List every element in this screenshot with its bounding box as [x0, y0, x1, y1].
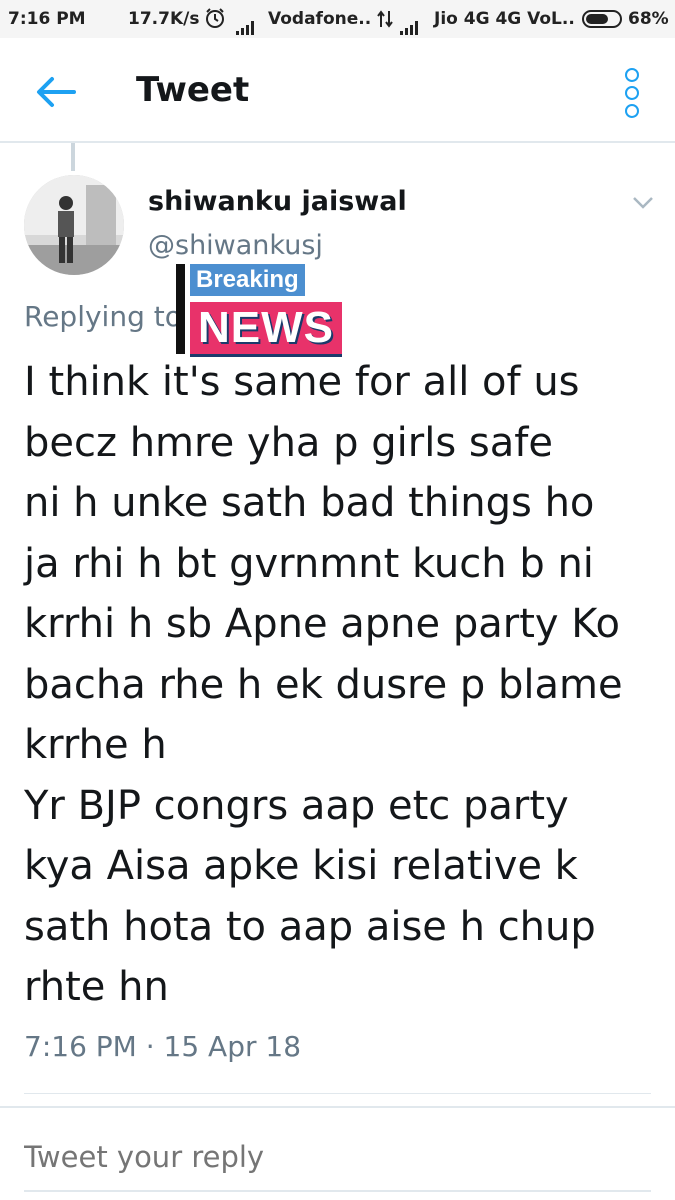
- tweet-text-line: krrhe h: [24, 722, 167, 768]
- replying-to-label: Replying to: [24, 300, 182, 333]
- news-label: NEWS: [190, 302, 342, 357]
- tweet-text-line: becz hmre yha p girls safe: [24, 419, 553, 466]
- reply-underline: [24, 1190, 651, 1192]
- tweet-text-line: ja rhi h bt gvrnmnt kuch b ni: [24, 540, 594, 587]
- page-title: Tweet: [136, 70, 250, 110]
- divider: [0, 1106, 675, 1108]
- chevron-down-icon: [633, 197, 653, 209]
- author-name[interactable]: shiwanku jaiswal: [148, 186, 407, 217]
- author-handle[interactable]: @shiwankusj: [148, 230, 323, 261]
- thread-connector: [71, 143, 75, 171]
- network-speed: 17.7K/s: [128, 9, 200, 29]
- tweet-menu-button[interactable]: [630, 192, 656, 212]
- tweet-timestamp: 7:16 PM · 15 Apr 18: [24, 1030, 302, 1063]
- status-time: 7:16 PM: [8, 9, 86, 29]
- divider: [24, 1093, 651, 1094]
- breaking-label: Breaking: [190, 264, 305, 296]
- alarm-icon: [204, 7, 226, 34]
- top-app-bar: Tweet: [0, 38, 675, 143]
- back-button[interactable]: [34, 74, 78, 110]
- battery-percent: 68%: [628, 9, 669, 29]
- breaking-news-sticker: Breaking NEWS: [176, 262, 368, 357]
- status-bar: 7:16 PM 17.7K/s Vodafone.. Jio 4G 4G VoL…: [0, 0, 675, 38]
- carrier-name-1: Vodafone..: [268, 9, 372, 29]
- tweet-text-line: bacha rhe h ek dusre p blame: [24, 661, 623, 708]
- carrier-name-2: Jio 4G 4G VoL..: [434, 9, 575, 29]
- tweet-text: I think it's same for all of us becz hmr…: [24, 352, 654, 1018]
- reply-input[interactable]: [24, 1132, 651, 1182]
- tweet-text-line: I think it's same for all of us: [24, 359, 580, 405]
- sticker-bar: [176, 264, 185, 354]
- tweet-text-line: sath hota to aap aise h chup: [24, 903, 596, 950]
- tweet-text-line: Yr BJP congrs aap etc party: [24, 782, 569, 829]
- battery-icon: [582, 10, 622, 28]
- avatar[interactable]: [24, 175, 124, 275]
- vertical-dots-icon: [620, 68, 644, 118]
- data-transfer-icon: [376, 9, 394, 34]
- tweet-text-line: ni h unke sath bad things ho: [24, 480, 595, 526]
- arrow-left-icon: [37, 77, 76, 107]
- tweet-text-line: krrhi h sb Apne apne party Ko: [24, 601, 620, 647]
- tweet-text-line: rhte hn: [24, 964, 169, 1010]
- tweet-text-line: kya Aisa apke kisi relative k: [24, 843, 578, 889]
- more-options-button[interactable]: [620, 68, 644, 118]
